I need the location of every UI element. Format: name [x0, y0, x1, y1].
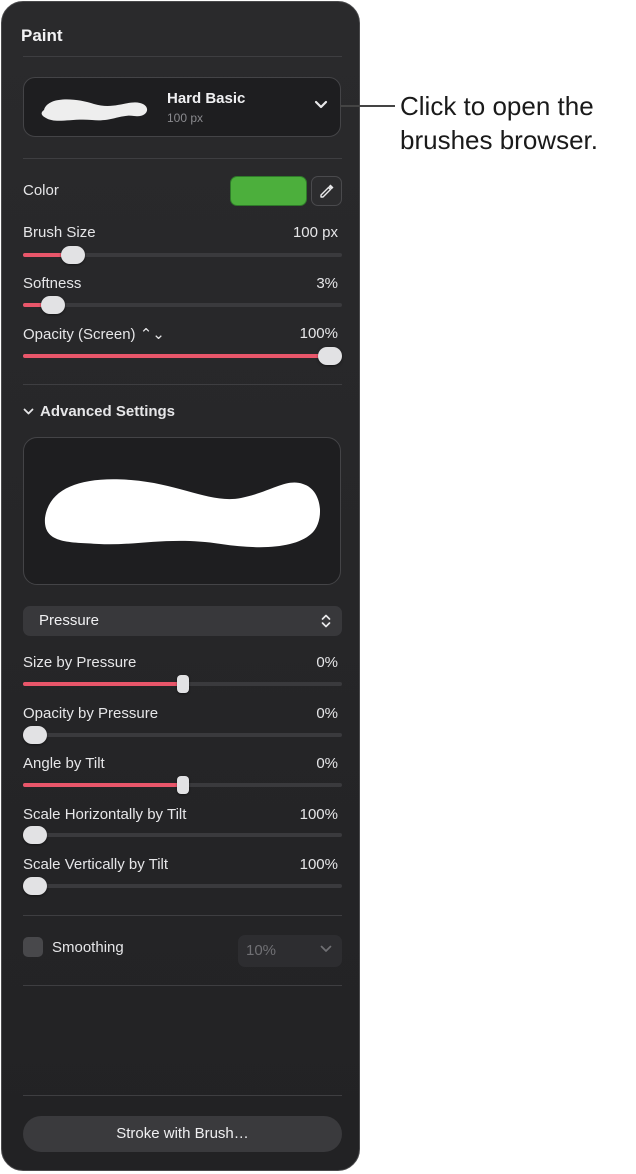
divider: [23, 985, 342, 986]
callout-line-1: Click to open the: [400, 91, 594, 121]
color-swatch[interactable]: [230, 176, 307, 206]
brush-name: Hard Basic: [167, 90, 246, 107]
smoothing-value-select: 10%: [238, 935, 342, 967]
brush-preview: [23, 437, 341, 585]
softness-label: Softness: [23, 275, 82, 292]
softness-slider[interactable]: [23, 294, 342, 316]
opacity-by-pressure-value: 0%: [316, 705, 338, 722]
slider-fill: [23, 783, 183, 787]
size-by-pressure-label: Size by Pressure: [23, 654, 137, 671]
opacity-by-pressure-slider[interactable]: [23, 724, 342, 746]
slider-track: [23, 833, 342, 837]
angle-by-tilt-slider[interactable]: [23, 774, 342, 796]
slider-knob[interactable]: [40, 296, 65, 314]
divider: [23, 384, 342, 385]
page: Paint Hard Basic 100 px Color Brush Size…: [0, 0, 636, 1174]
chevron-down-icon: [320, 945, 332, 952]
callout-text: Click to open the brushes browser.: [400, 89, 636, 157]
opacity-label[interactable]: Opacity (Screen) ⌃⌄: [23, 325, 165, 343]
chevron-down-icon: [314, 100, 328, 109]
stroke-with-brush-button[interactable]: Stroke with Brush…: [23, 1116, 342, 1152]
angle-by-tilt-label: Angle by Tilt: [23, 755, 105, 772]
slider-fill: [23, 682, 183, 686]
scale-horizontally-slider[interactable]: [23, 824, 342, 846]
chevron-down-icon: [23, 408, 34, 415]
brush-size-label: 100 px: [167, 111, 204, 125]
opacity-slider[interactable]: [23, 345, 342, 367]
panel-title: Paint: [21, 26, 63, 45]
angle-by-tilt-value: 0%: [316, 755, 338, 772]
slider-knob[interactable]: [318, 347, 342, 365]
size-by-pressure-slider[interactable]: [23, 673, 342, 695]
pressure-mode-value: Pressure: [39, 612, 100, 629]
divider: [23, 158, 342, 159]
divider: [23, 56, 342, 57]
callout-leader-line: [340, 105, 395, 107]
advanced-settings-toggle[interactable]: Advanced Settings: [23, 403, 175, 420]
slider-track: [23, 303, 342, 307]
callout-line-2: brushes browser.: [400, 125, 598, 155]
scale-horizontally-label: Scale Horizontally by Tilt: [23, 806, 187, 823]
scale-vertically-label: Scale Vertically by Tilt: [23, 856, 169, 873]
paint-panel: Paint Hard Basic 100 px Color Brush Size…: [1, 1, 360, 1171]
brush-stroke-preview: [44, 479, 321, 548]
softness-value: 3%: [316, 275, 338, 292]
slider-knob[interactable]: [23, 726, 47, 744]
brush-size-slider-label: Brush Size: [23, 224, 96, 241]
updown-chevron-icon: [321, 614, 331, 628]
slider-track: [23, 733, 342, 737]
divider: [23, 915, 342, 916]
smoothing-checkbox[interactable]: [23, 937, 43, 957]
slider-knob[interactable]: [176, 776, 189, 794]
color-label: Color: [23, 182, 59, 199]
eyedropper-button[interactable]: [311, 176, 342, 206]
slider-knob[interactable]: [23, 877, 47, 895]
brush-size-slider[interactable]: [23, 244, 342, 266]
opacity-by-pressure-label: Opacity by Pressure: [23, 705, 159, 722]
smoothing-value: 10%: [246, 942, 277, 959]
brush-stroke-thumbnail: [41, 99, 148, 121]
pressure-mode-select[interactable]: Pressure: [23, 606, 342, 636]
size-by-pressure-value: 0%: [316, 654, 338, 671]
slider-knob[interactable]: [176, 675, 189, 693]
brush-picker-button[interactable]: Hard Basic 100 px: [23, 77, 341, 137]
divider: [23, 1095, 342, 1096]
slider-fill: [23, 354, 330, 358]
slider-knob[interactable]: [61, 246, 86, 264]
opacity-value: 100%: [299, 325, 338, 342]
advanced-settings-label: Advanced Settings: [40, 403, 176, 420]
scale-vertically-slider[interactable]: [23, 875, 342, 897]
slider-knob[interactable]: [23, 826, 47, 844]
slider-track: [23, 884, 342, 888]
scale-vertically-value: 100%: [299, 856, 338, 873]
eyedropper-icon: [320, 184, 334, 198]
scale-horizontally-value: 100%: [299, 806, 338, 823]
smoothing-label: Smoothing: [52, 939, 124, 956]
brush-size-value: 100 px: [292, 224, 338, 241]
